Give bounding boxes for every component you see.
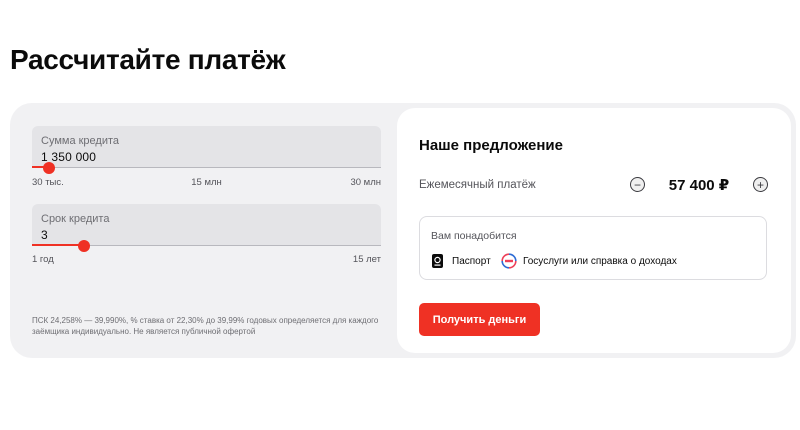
required-documents-title: Вам понадобится xyxy=(431,230,517,242)
passport-icon xyxy=(432,254,443,268)
loan-term-value[interactable]: 3 xyxy=(41,228,48,242)
offer-card: Наше предложение Ежемесячный платёж − 57… xyxy=(397,108,791,353)
loan-term-scale-max: 15 лет xyxy=(352,254,381,265)
legal-disclaimer: ПСК 24,258% — 39,990%, % ставка от 22,30… xyxy=(32,316,379,336)
decrease-payment-button[interactable]: − xyxy=(630,177,645,192)
loan-amount-scale-mid: 15 млн xyxy=(191,177,222,188)
document-label-gosuslugi: Госуслуги или справка о доходах xyxy=(523,255,677,267)
gosuslugi-icon xyxy=(501,253,517,269)
loan-term-slider-fill xyxy=(32,244,85,246)
minus-icon: − xyxy=(633,177,641,192)
page-title: Рассчитайте платёж xyxy=(10,44,286,75)
loan-term-scale-min: 1 год xyxy=(32,254,54,265)
calculator-card: Сумма кредита 1 350 000 30 тыс. 15 млн 3… xyxy=(10,103,796,358)
loan-amount-slider-track[interactable] xyxy=(32,167,381,168)
loan-amount-field[interactable]: Сумма кредита 1 350 000 xyxy=(32,126,381,174)
offer-title: Наше предложение xyxy=(419,137,563,154)
document-label-passport: Паспорт xyxy=(452,255,491,267)
loan-term-slider-handle[interactable] xyxy=(78,240,91,252)
loan-amount-scale-min: 30 тыс. xyxy=(32,177,64,188)
get-money-button[interactable]: Получить деньги xyxy=(419,303,540,336)
loan-amount-slider-handle[interactable] xyxy=(43,162,56,174)
monthly-payment-label: Ежемесячный платёж xyxy=(419,179,536,191)
plus-icon: + xyxy=(756,177,764,192)
monthly-payment-value: 57 400 ₽ xyxy=(668,177,730,194)
increase-payment-button[interactable]: + xyxy=(753,177,768,192)
loan-term-label: Срок кредита xyxy=(41,213,110,225)
required-documents-box: Вам понадобится Паспорт Госуслуги или сп… xyxy=(419,216,767,280)
document-item-passport: Паспорт xyxy=(430,253,491,269)
document-item-gosuslugi: Госуслуги или справка о доходах xyxy=(501,253,677,269)
loan-term-field[interactable]: Срок кредита 3 xyxy=(32,204,381,252)
loan-amount-label: Сумма кредита xyxy=(41,135,120,147)
loan-amount-scale-max: 30 млн xyxy=(350,177,381,188)
